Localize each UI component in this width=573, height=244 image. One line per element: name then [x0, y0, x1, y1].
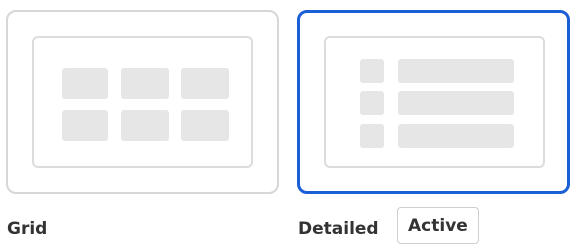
detailed-preview-row — [398, 91, 514, 115]
detailed-preview-thumb — [360, 59, 384, 83]
grid-preview-frame — [32, 36, 253, 168]
grid-preview-tile — [121, 110, 169, 141]
detailed-preview-thumb — [360, 91, 384, 115]
detailed-layout-option[interactable] — [297, 10, 570, 194]
grid-preview-tile — [121, 68, 169, 99]
grid-preview-tile — [62, 110, 108, 141]
detailed-preview-row — [398, 59, 514, 83]
layout-picker: Grid Detailed Active — [0, 0, 573, 244]
detailed-option-label: Detailed — [298, 219, 379, 239]
grid-layout-option[interactable] — [6, 10, 279, 194]
grid-preview-tile — [62, 68, 108, 99]
detailed-preview-row — [398, 124, 514, 148]
detailed-preview-thumb — [360, 124, 384, 148]
grid-preview-tile — [181, 110, 229, 141]
active-status-badge: Active — [397, 207, 479, 244]
grid-preview-tile — [181, 68, 229, 99]
detailed-preview-frame — [324, 36, 545, 168]
grid-option-label: Grid — [7, 219, 48, 239]
